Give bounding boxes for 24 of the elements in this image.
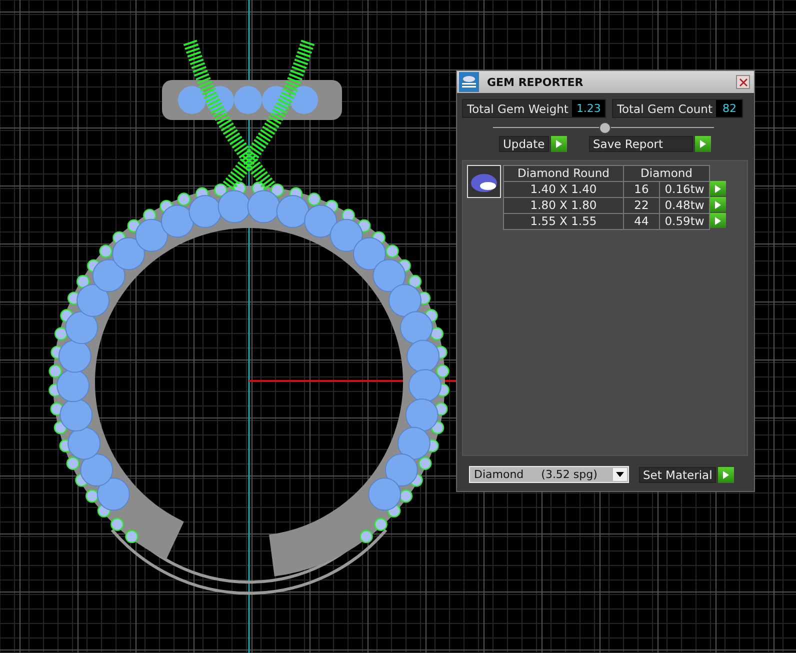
table-cell: 0.48tw <box>659 197 710 214</box>
table-cell: 16 <box>623 181 660 198</box>
total-label: Total Gem Count <box>616 102 714 116</box>
panel-title: GEM REPORTER <box>487 76 584 88</box>
total-value: 1.23 <box>572 100 605 117</box>
table-cell: 0.59tw <box>659 213 710 230</box>
table-cell: 1.55 X 1.55 <box>503 213 624 230</box>
material-dropdown[interactable]: Diamond (3.52 spg) <box>469 466 629 483</box>
set-material-button[interactable]: Set Material <box>639 466 716 482</box>
total-value: 82 <box>716 100 742 117</box>
splitter-handle[interactable] <box>599 122 611 134</box>
action-button[interactable]: Save Report <box>589 136 693 152</box>
table-cell: 44 <box>623 213 660 230</box>
play-icon[interactable] <box>718 466 734 482</box>
action-button[interactable]: Update <box>499 136 549 152</box>
table-cell: 1.80 X 1.80 <box>503 197 624 214</box>
column-header: Diamond Round <box>503 165 624 182</box>
app-icon <box>459 72 479 92</box>
close-button[interactable] <box>736 75 750 89</box>
table-cell: 1.40 X 1.40 <box>503 181 624 198</box>
table-cell: 22 <box>623 197 660 214</box>
column-header: Diamond <box>623 165 710 182</box>
total-label: Total Gem Weight <box>466 102 570 116</box>
table-cell: 0.16tw <box>659 181 710 198</box>
